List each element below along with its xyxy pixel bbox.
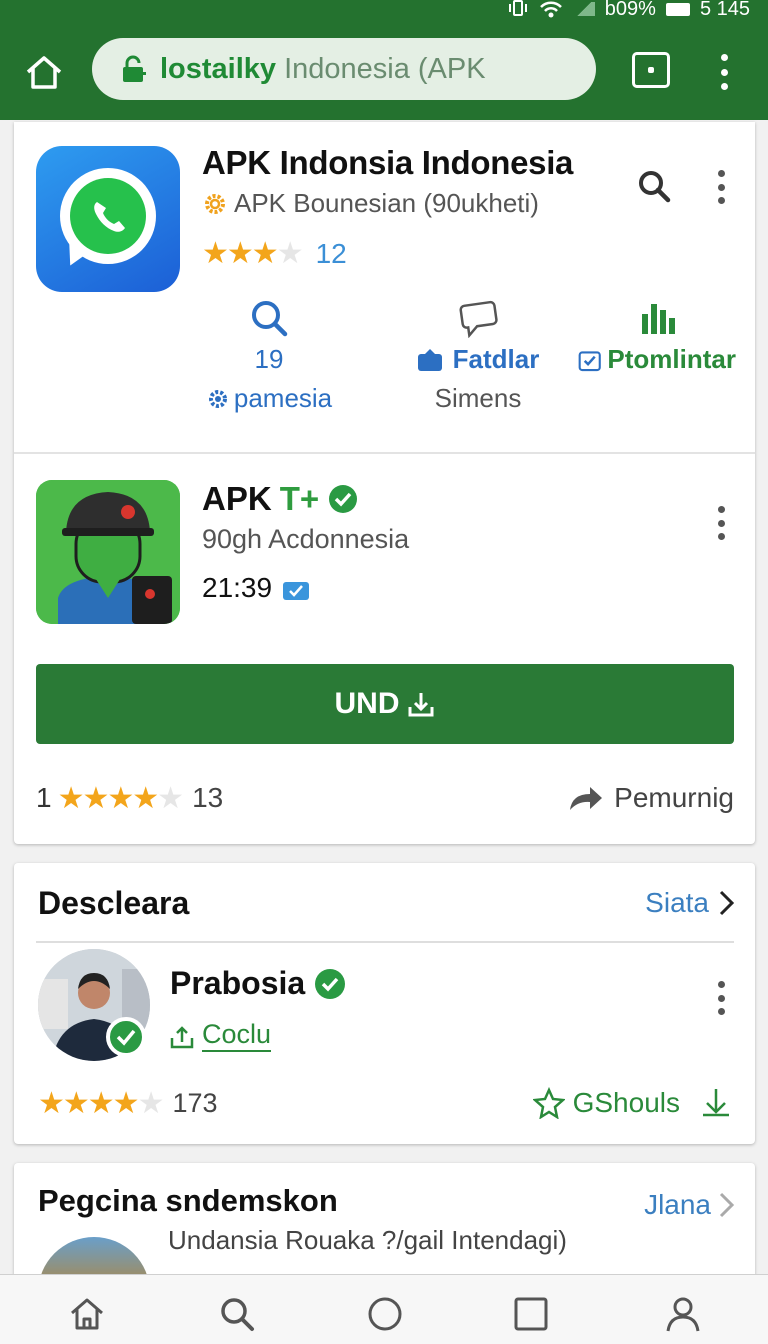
star-rating: ★★★★★: [38, 1086, 164, 1120]
stat-searches[interactable]: 19 pamesia: [194, 298, 344, 414]
lock-icon: [123, 55, 146, 82]
status-bar: b09% 5 145: [507, 0, 750, 20]
bottom-navigation: [0, 1274, 768, 1344]
wifi-icon: [539, 1, 562, 18]
search-icon[interactable]: [218, 1295, 256, 1333]
stat-label: Simens: [434, 383, 522, 413]
star-icon: [532, 1087, 565, 1119]
soldier-icon: [36, 480, 180, 624]
install-label: UND: [334, 687, 400, 720]
share-icon: [570, 787, 603, 810]
section-title: Pegcina sndemskon: [38, 1183, 338, 1218]
section-link[interactable]: Jlana: [644, 1189, 735, 1221]
app2-rating-row: 1 ★★★★★ 13 Pemurnig: [36, 776, 734, 820]
developer-name: APK Bounesian (90ukheti): [234, 188, 539, 218]
home-icon[interactable]: [22, 52, 66, 92]
chat-bubble-icon: [459, 300, 498, 338]
tab-icon[interactable]: [632, 52, 670, 88]
more-vertical-icon[interactable]: [712, 54, 736, 90]
section-link[interactable]: Siata: [645, 887, 735, 919]
browser-toolbar: b09% 5 145 lostailky Indonesia (APK: [0, 0, 768, 120]
person-tag[interactable]: Coclu: [168, 1019, 272, 1052]
checkbox-icon: [578, 350, 601, 371]
divider: [14, 452, 755, 454]
verified-icon: [329, 485, 358, 513]
battery-percent: b09%: [604, 0, 656, 20]
stat-value: Ptomlintar: [607, 344, 736, 374]
vibrate-icon: [508, 0, 527, 16]
person-icon[interactable]: [664, 1295, 702, 1333]
search-icon[interactable]: [636, 168, 672, 204]
badge-icon: [417, 348, 442, 371]
stat-reviews[interactable]: Fatdlar Simens: [388, 298, 568, 414]
app2-time: 21:39: [202, 572, 310, 604]
search-icon: [252, 301, 288, 337]
section-link-label: Siata: [645, 887, 709, 918]
app2-more-icon[interactable]: [716, 506, 726, 540]
battery-icon: [665, 2, 690, 16]
settings-icon: [205, 193, 225, 214]
badge-icon: [283, 582, 310, 600]
follow-button[interactable]: GShouls: [532, 1085, 734, 1121]
rating-count: 12: [315, 237, 347, 269]
follow-label: GShouls: [572, 1087, 680, 1118]
rating-count: 173: [172, 1087, 218, 1118]
app-developer: APK Bounesian (90ukheti): [202, 188, 539, 219]
app-title: APK Indonsia Indonesia: [202, 144, 574, 181]
person-name: Prabosia: [170, 965, 347, 1002]
person-name-text: Prabosia: [170, 965, 306, 1001]
app-icon[interactable]: [36, 480, 180, 624]
person-rating-row: ★★★★★ 173 GShouls: [38, 1081, 734, 1125]
stat-value: Fatdlar: [452, 344, 540, 374]
app2-title-text: APK: [202, 480, 272, 517]
download-icon: [703, 1089, 729, 1117]
url-path: Indonesia (APK: [284, 52, 486, 85]
share-label: Pemurnig: [614, 782, 734, 813]
section-card: Descleara Siata Prabosia Coclu ★★★★★ 173…: [14, 863, 755, 1144]
home-icon[interactable]: [68, 1295, 106, 1333]
person-more-icon[interactable]: [716, 981, 726, 1015]
address-bar[interactable]: lostailky Indonesia (APK: [92, 38, 596, 100]
circle-icon[interactable]: [366, 1295, 404, 1333]
section-subtitle: Undansia Rouaka ?/gail Intendagi): [168, 1225, 567, 1255]
app-rating: ★★★★ 12: [202, 236, 347, 271]
divider: [36, 941, 734, 943]
clock: 5 145: [699, 0, 750, 20]
stat-label: pamesia: [233, 383, 333, 413]
app-more-icon[interactable]: [716, 170, 726, 204]
settings-icon: [208, 389, 227, 408]
square-icon[interactable]: [512, 1295, 550, 1333]
time-value: 21:39: [202, 572, 273, 603]
url-host: lostailky: [160, 52, 277, 85]
person-tag-label: Coclu: [202, 1019, 272, 1052]
section-title: Descleara: [38, 885, 190, 921]
signal-icon: [572, 2, 595, 16]
share-button[interactable]: Pemurnig: [568, 782, 734, 814]
install-button[interactable]: UND: [36, 664, 734, 744]
rating-prefix: 1: [36, 782, 52, 813]
chevron-right-icon: [719, 1192, 735, 1218]
app-details-card: APK Indonsia Indonesia APK Bounesian (90…: [14, 122, 755, 844]
stat-downloads[interactable]: Ptomlintar: [578, 298, 736, 375]
chevron-right-icon: [719, 890, 735, 916]
star-rating: ★★★★★: [57, 781, 184, 815]
star-rating: ★★★★: [202, 237, 304, 270]
verified-icon: [106, 1017, 146, 1057]
verified-icon: [315, 968, 346, 999]
upload-icon: [170, 1025, 194, 1048]
app2-developer: 90gh Acdonnesia: [202, 524, 410, 554]
section-link-label: Jlana: [644, 1189, 711, 1220]
app2-title-mark: T+: [279, 480, 320, 517]
download-icon: [408, 693, 433, 717]
bar-chart-icon: [642, 304, 675, 334]
whatsapp-icon[interactable]: [36, 146, 180, 292]
app2-title: APK T+: [202, 480, 359, 518]
rating-count: 13: [192, 782, 224, 813]
stat-value: 19: [254, 344, 284, 374]
